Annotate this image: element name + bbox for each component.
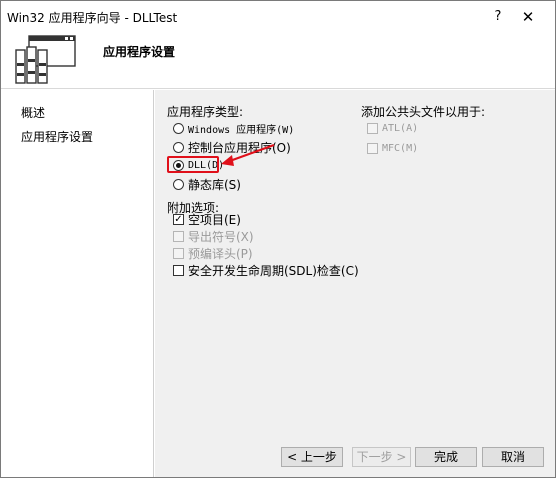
checkbox-label: 预编译头(P) [188, 246, 253, 261]
application-wizard-icon [15, 35, 76, 84]
checkbox-atl: ATL(A) [367, 120, 418, 136]
checkbox-sdl-checks[interactable]: 安全开发生命周期(SDL)检查(C) [173, 262, 359, 278]
checkbox-empty-project[interactable]: 空项目(E) [173, 211, 241, 227]
radio-circle[interactable] [173, 141, 184, 153]
checkbox-box [367, 122, 378, 134]
wizard-header: 应用程序设置 [1, 31, 555, 89]
sidebar-item-overview[interactable]: 概述 [21, 104, 45, 121]
checkbox-box [173, 247, 184, 259]
wizard-window: Win32 应用程序向导 - DLLTest ? ✕ 应用程序设置 概述 应用程… [0, 0, 556, 478]
checkbox-box-checked[interactable] [173, 213, 184, 225]
radio-static-lib[interactable]: 静态库(S) [173, 176, 241, 192]
checkbox-label: ATL(A) [382, 122, 419, 134]
annotation-arrow-icon [221, 143, 275, 166]
checkbox-label: 安全开发生命周期(SDL)检查(C) [188, 263, 359, 278]
checkbox-precompiled-header: 预编译头(P) [173, 245, 253, 261]
title-bar: Win32 应用程序向导 - DLLTest ? ✕ [1, 1, 555, 31]
previous-button[interactable]: < 上一步 [281, 447, 343, 467]
checkbox-export-symbols: 导出符号(X) [173, 228, 254, 244]
common-headers-label: 添加公共头文件以用于: [361, 105, 486, 119]
app-type-label: 应用程序类型: [167, 105, 244, 119]
sidebar-item-app-settings[interactable]: 应用程序设置 [21, 128, 93, 145]
wizard-sidebar: 概述 应用程序设置 [1, 90, 154, 477]
cancel-button[interactable]: 取消 [482, 447, 544, 467]
next-button: 下一步 > [352, 447, 411, 467]
help-button[interactable]: ? [487, 7, 509, 27]
radio-circle[interactable] [173, 178, 184, 190]
window-title: Win32 应用程序向导 - DLLTest [7, 11, 178, 25]
checkbox-box [173, 230, 184, 242]
finish-button[interactable]: 完成 [415, 447, 477, 467]
checkbox-label: 空项目(E) [188, 212, 241, 227]
radio-circle[interactable] [173, 122, 184, 134]
checkbox-label: MFC(M) [382, 142, 419, 154]
checkbox-box [367, 142, 378, 154]
radio-windows-app[interactable]: Windows 应用程序(W) [173, 120, 294, 136]
checkbox-box[interactable] [173, 264, 184, 276]
radio-label: 静态库(S) [188, 177, 241, 192]
radio-label: Windows 应用程序(W) [188, 124, 295, 136]
checkbox-label: 导出符号(X) [188, 229, 254, 244]
annotation-highlight-box [167, 156, 219, 173]
close-button[interactable]: ✕ [517, 7, 539, 27]
page-title: 应用程序设置 [103, 45, 176, 59]
checkbox-mfc: MFC(M) [367, 140, 418, 156]
